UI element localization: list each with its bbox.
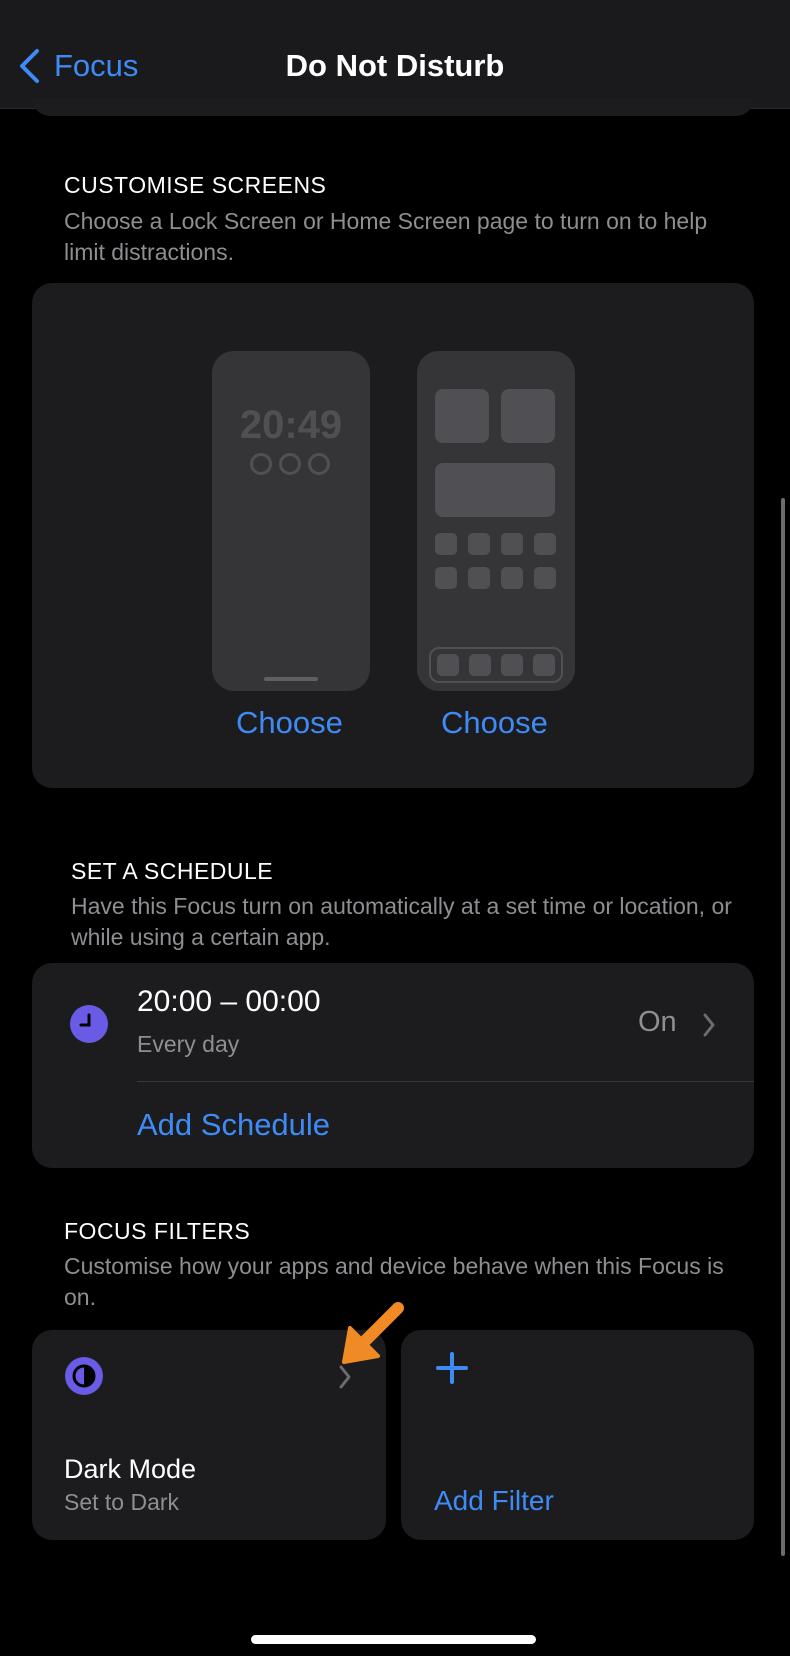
customise-screens-footer: Choose a Lock Screen or Home Screen page… <box>64 208 708 265</box>
choose-lock-screen-button[interactable]: Choose <box>236 705 343 741</box>
dark-mode-title: Dark Mode <box>64 1454 197 1484</box>
lock-screen-preview[interactable]: 20:49 <box>212 351 370 691</box>
chevron-right-icon[interactable] <box>702 1012 716 1038</box>
annotation-arrow-icon <box>342 1302 404 1364</box>
home-indicator[interactable] <box>251 1635 536 1644</box>
widget-placeholder <box>435 463 555 517</box>
schedule-footer: Have this Focus turn on automatically at… <box>71 893 732 950</box>
app-icon-placeholder <box>501 567 523 589</box>
app-icon-placeholder <box>469 654 491 676</box>
app-icon-placeholder <box>501 654 523 676</box>
row-divider <box>137 1081 754 1082</box>
widget-placeholder <box>435 389 489 443</box>
home-bar <box>264 677 318 681</box>
focus-filters-header: FOCUS FILTERS <box>64 1218 251 1244</box>
dock-placeholder <box>429 647 563 683</box>
customise-screens-card: 20:49 Choose Choose <box>32 283 754 788</box>
app-icon-placeholder <box>534 533 556 555</box>
widget-placeholder <box>501 389 555 443</box>
clock-icon <box>70 1005 108 1043</box>
app-icon-placeholder <box>435 567 457 589</box>
app-icon-placeholder <box>533 654 555 676</box>
plus-icon[interactable] <box>434 1350 470 1386</box>
dark-mode-icon <box>65 1357 103 1395</box>
home-screen-preview[interactable] <box>417 351 575 691</box>
customise-screens-header: CUSTOMISE SCREENS <box>64 172 327 198</box>
navigation-bar: Focus Do Not Disturb <box>0 0 790 109</box>
app-icon-placeholder <box>468 567 490 589</box>
app-icon-placeholder <box>468 533 490 555</box>
page-title: Do Not Disturb <box>285 48 505 83</box>
schedule-status: On <box>638 1006 677 1038</box>
app-icon-placeholder <box>437 654 459 676</box>
app-icon-placeholder <box>534 567 556 589</box>
app-icon-placeholder <box>501 533 523 555</box>
previous-card-edge <box>32 98 754 116</box>
add-filter-button[interactable]: Add Filter <box>434 1485 554 1517</box>
add-schedule-button[interactable]: Add Schedule <box>137 1107 330 1143</box>
app-icon-placeholder <box>435 533 457 555</box>
lock-screen-time: 20:49 <box>239 403 343 447</box>
lock-screen-widgets <box>250 453 330 475</box>
scrollbar[interactable] <box>781 498 785 1556</box>
schedule-time-range[interactable]: 20:00 – 00:00 <box>137 985 321 1019</box>
schedule-repeat: Every day <box>137 1031 240 1057</box>
schedule-header: SET A SCHEDULE <box>71 858 274 884</box>
dark-mode-subtitle: Set to Dark <box>64 1489 180 1515</box>
choose-home-screen-button[interactable]: Choose <box>441 705 548 741</box>
